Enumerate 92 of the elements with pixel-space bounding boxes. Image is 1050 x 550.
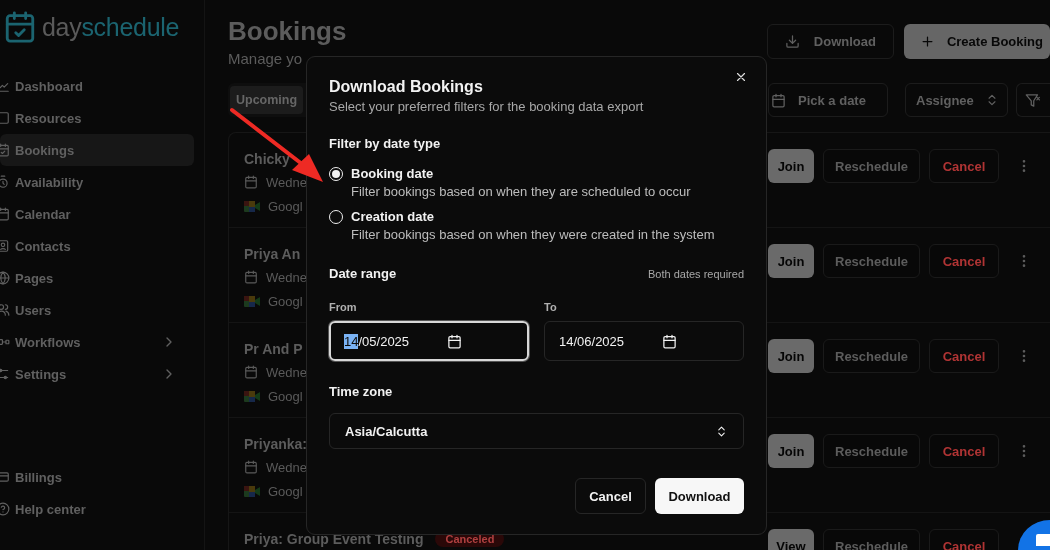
page-subtitle: Manage yo xyxy=(228,49,304,69)
plus-icon xyxy=(919,34,935,49)
calendar-icon xyxy=(244,365,258,379)
card-icon xyxy=(0,470,10,484)
sidebar-item[interactable]: Availability xyxy=(0,166,194,198)
section-label: Time zone xyxy=(329,383,394,401)
calendar-icon xyxy=(771,92,786,108)
timezone-select[interactable]: Asia/Calcutta xyxy=(329,413,744,449)
option-description: Filter bookings based on when they are scheduled to occur xyxy=(351,183,691,200)
hint-text: Both dates required xyxy=(648,268,744,280)
tab[interactable]: Upcoming xyxy=(230,86,304,114)
option-label: Creation date xyxy=(351,208,436,226)
booking-location: Googl xyxy=(268,198,303,214)
booking-date: Wedne xyxy=(266,269,307,285)
contact-card-icon xyxy=(0,239,10,253)
field-label: To xyxy=(544,300,558,315)
cancel-button[interactable]: Cancel xyxy=(929,339,999,373)
sidebar-item[interactable]: Settings xyxy=(0,358,194,390)
calendar-icon xyxy=(244,175,258,189)
users-icon xyxy=(0,303,10,317)
date-field[interactable]: 14/06/2025 xyxy=(544,321,744,361)
cancel-button[interactable]: Cancel xyxy=(929,149,999,183)
download-button[interactable]: Download xyxy=(655,478,744,514)
booking-location: Googl xyxy=(268,388,303,404)
sidebar-item[interactable]: Workflows xyxy=(0,326,194,358)
cancel-button[interactable]: Cancel xyxy=(929,434,999,468)
video-call-icon xyxy=(244,199,260,213)
booking-title: Priyanka: xyxy=(244,436,308,452)
join-button[interactable]: Join xyxy=(768,434,814,468)
sidebar-item[interactable]: Resources xyxy=(0,102,194,134)
reschedule-button[interactable]: Reschedule xyxy=(823,434,920,468)
sliders-icon xyxy=(0,367,10,381)
calendar-check-icon xyxy=(0,143,10,157)
join-button[interactable]: Join xyxy=(768,244,814,278)
booking-date: Wedne xyxy=(266,459,307,475)
video-call-icon xyxy=(244,389,260,403)
sidebar-item[interactable]: Contacts xyxy=(0,230,194,262)
video-call-icon xyxy=(244,294,260,308)
chat-button[interactable] xyxy=(1018,520,1050,550)
filter-button[interactable] xyxy=(1016,83,1050,117)
date-picker-button[interactable]: Pick a date xyxy=(768,83,888,117)
section-label: Filter by date type xyxy=(329,135,442,153)
booking-location: Googl xyxy=(268,293,303,309)
sidebar-item[interactable]: Users xyxy=(0,294,194,326)
reschedule-button[interactable]: Reschedule xyxy=(823,149,920,183)
chevrons-up-down-icon xyxy=(715,424,728,438)
booking-date: Wedne xyxy=(266,174,307,190)
cancel-button[interactable]: Cancel xyxy=(575,478,646,514)
close-icon xyxy=(734,70,748,84)
calendar-icon xyxy=(244,270,258,284)
filter-icon xyxy=(1025,92,1040,108)
sidebar-item[interactable]: Calendar xyxy=(0,198,194,230)
sidebar-item[interactable]: Bookings xyxy=(0,134,194,166)
sidebar-item[interactable]: Pages xyxy=(0,262,194,294)
dialog-title: Download Bookings xyxy=(329,77,484,97)
video-call-icon xyxy=(244,484,260,498)
globe-icon xyxy=(0,271,10,285)
reschedule-button[interactable]: Reschedule xyxy=(823,339,920,373)
clock-icon xyxy=(0,175,10,189)
app-logo: dayschedule xyxy=(42,12,180,42)
option-description: Filter bookings based on when they were created in the system xyxy=(351,226,715,243)
cancel-button[interactable]: Cancel xyxy=(929,529,999,550)
join-button[interactable]: Join xyxy=(768,339,814,373)
join-button[interactable]: Join xyxy=(768,149,814,183)
download-icon xyxy=(784,34,800,49)
assignee-select[interactable]: Assignee xyxy=(905,83,1008,117)
calendar-icon xyxy=(662,333,678,349)
calendar-icon xyxy=(0,207,10,221)
cancel-button[interactable]: Cancel xyxy=(929,244,999,278)
calendar-icon xyxy=(447,333,463,349)
calendar-icon xyxy=(244,460,258,474)
join-button[interactable]: View xyxy=(768,529,814,550)
page-title: Bookings xyxy=(228,16,347,46)
download-button[interactable]: Download xyxy=(766,24,894,59)
booking-title: Pr And P xyxy=(244,341,303,357)
close-button[interactable] xyxy=(734,70,748,84)
reschedule-button[interactable]: Reschedule xyxy=(823,529,920,550)
booking-date: Wedne xyxy=(266,364,307,380)
booking-location: Googl xyxy=(268,483,303,499)
sidebar-item[interactable]: Billings xyxy=(0,461,194,493)
booking-title: Chicky xyxy=(244,151,290,167)
section-label: Date range xyxy=(329,265,397,283)
field-label: From xyxy=(329,300,358,315)
help-icon xyxy=(0,502,10,516)
reschedule-button[interactable]: Reschedule xyxy=(823,244,920,278)
logo-icon xyxy=(3,10,37,44)
create-booking-button[interactable]: Create Booking xyxy=(903,24,1050,59)
option-label: Booking date xyxy=(351,165,435,183)
dialog-subtitle: Select your preferred filters for the booking data export xyxy=(329,98,645,116)
sidebar-item[interactable]: Dashboard xyxy=(0,70,194,102)
booking-title: Priya An xyxy=(244,246,301,262)
sidebar-item[interactable]: Help center xyxy=(0,493,194,525)
